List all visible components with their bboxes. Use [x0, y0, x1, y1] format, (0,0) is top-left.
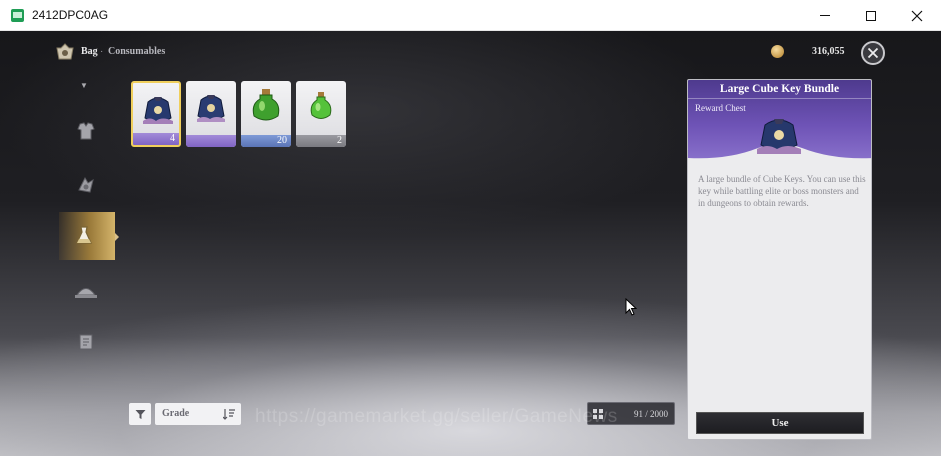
item-count: 2 [337, 135, 342, 146]
item-description: A large bundle of Cube Keys. You can use… [698, 174, 866, 208]
item-slot-4[interactable]: 2 [296, 81, 346, 147]
window-titlebar: 2412DPC0AG [0, 0, 941, 31]
filter-button[interactable] [129, 403, 151, 425]
item-slot-3[interactable]: 20 [241, 81, 291, 147]
breadcrumb-separator: · [100, 46, 104, 57]
window-title: 2412DPC0AG [32, 8, 109, 22]
maximize-icon [866, 10, 876, 21]
materials-icon [78, 176, 94, 193]
use-button[interactable]: Use [696, 412, 864, 434]
mouse-cursor-icon [625, 298, 637, 316]
category-consumables[interactable] [70, 222, 98, 250]
capacity-value: 91 / 2000 [633, 409, 668, 419]
key-bundle-icon [197, 95, 225, 122]
category-materials[interactable] [72, 171, 100, 199]
coin-icon [771, 45, 784, 58]
item-slot-1[interactable]: 4 [131, 81, 181, 147]
breadcrumb-bag[interactable]: Bag [81, 46, 98, 57]
close-bag-button[interactable] [861, 41, 885, 65]
app-icon [11, 9, 24, 22]
currency-value: 316,055 [812, 46, 845, 57]
minimize-icon [820, 15, 830, 16]
key-bundle-icon [757, 119, 801, 154]
green-potion-icon [252, 89, 280, 121]
item-slot-2[interactable] [186, 81, 236, 147]
item-type: Reward Chest [695, 103, 746, 113]
watermark: https://gamemarket.gg/seller/GameNews [255, 406, 618, 427]
grade-band [186, 135, 236, 147]
category-housing[interactable] [72, 277, 100, 305]
scroll-icon [79, 334, 93, 350]
item-detail-panel: Large Cube Key Bundle Reward Chest A lar… [687, 79, 872, 440]
game-viewport: Bag · Consumables 316,055 ▼ 4 20 2 Large… [0, 31, 941, 456]
close-icon [911, 10, 923, 21]
dome-icon [75, 288, 97, 298]
sort-select[interactable]: Grade [155, 403, 241, 425]
maximize-button[interactable] [848, 0, 894, 31]
divider [688, 98, 871, 99]
category-quest[interactable] [72, 328, 100, 356]
category-equipment[interactable] [72, 117, 100, 145]
breadcrumb-category: Consumables [108, 46, 166, 57]
minimize-button[interactable] [802, 0, 848, 31]
filter-icon [135, 409, 145, 419]
small-potion-icon [310, 92, 332, 119]
window-close-button[interactable] [894, 0, 940, 31]
bag-icon [56, 43, 74, 60]
armor-icon [77, 122, 95, 140]
sort-label: Grade [162, 408, 190, 419]
potion-icon [76, 226, 92, 244]
key-bundle-icon [143, 97, 173, 124]
chevron-down-icon[interactable]: ▼ [80, 81, 88, 90]
item-count: 4 [170, 133, 175, 144]
item-title: Large Cube Key Bundle [719, 83, 840, 95]
close-icon [867, 47, 879, 59]
item-count: 20 [277, 135, 287, 146]
active-indicator [115, 233, 119, 241]
sort-icon[interactable] [223, 408, 235, 420]
